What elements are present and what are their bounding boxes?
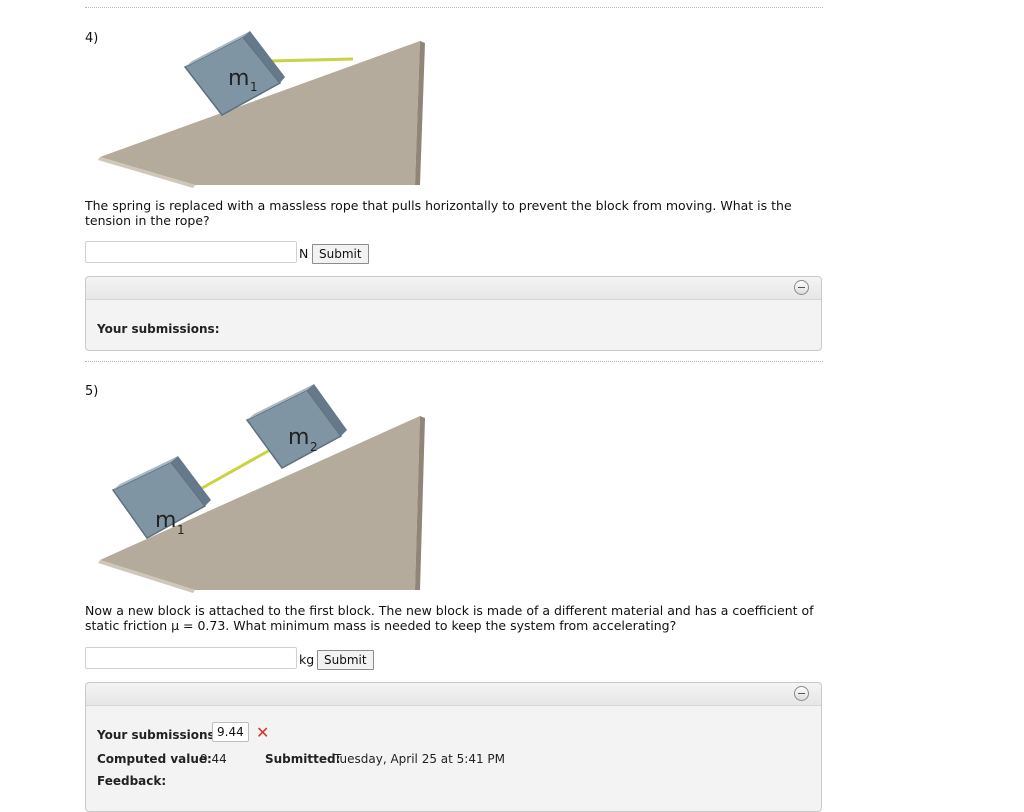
submitted-timestamp: Tuesday, April 25 at 5:41 PM [334, 752, 505, 766]
incorrect-x-icon: ✕ [256, 723, 270, 742]
collapse-icon[interactable] [794, 280, 809, 295]
q4-incline-figure: m 1 [98, 31, 425, 188]
submitted-label: Submitted: [265, 752, 341, 766]
q5-label-m2: m [288, 425, 309, 450]
computed-value: 9.44 [200, 752, 227, 766]
q4-label-m1-sub: 1 [250, 80, 258, 94]
q5-rope [194, 448, 271, 494]
q4-submissions-panel: Your submissions: [85, 276, 822, 351]
feedback-label: Feedback: [97, 774, 167, 788]
q4-label-m1: m [228, 66, 249, 91]
q5-label-m2-sub: 2 [310, 440, 318, 454]
separator-top [85, 7, 823, 8]
q5-submit-button[interactable]: Submit [317, 650, 374, 670]
q5-submissions-label: Your submissions: [97, 728, 220, 742]
q5-unit: kg [299, 652, 315, 667]
q4-rope [269, 57, 354, 63]
question-5-text: Now a new block is attached to the first… [85, 603, 814, 633]
submission-value-chip[interactable]: 9.44 [212, 722, 249, 742]
q4-unit: N [299, 246, 309, 261]
question-4-text: The spring is replaced with a massless r… [85, 198, 792, 228]
q5-panel-header [86, 683, 821, 706]
q4-panel-header [86, 277, 821, 300]
collapse-icon[interactable] [794, 686, 809, 701]
q4-submissions-label: Your submissions: [97, 322, 220, 336]
computed-value-label: Computed value: [97, 752, 212, 766]
q5-incline-figure: m 1 m 2 [98, 384, 425, 593]
separator-mid [85, 361, 823, 362]
q4-submit-button[interactable]: Submit [312, 244, 369, 264]
q5-label-m1-sub: 1 [177, 523, 185, 537]
q5-label-m1: m [155, 508, 176, 533]
q5-submissions-panel: Your submissions: 9.44 ✕ Computed value:… [85, 682, 822, 812]
q4-answer-input[interactable] [85, 241, 297, 263]
q5-answer-input[interactable] [85, 647, 297, 669]
